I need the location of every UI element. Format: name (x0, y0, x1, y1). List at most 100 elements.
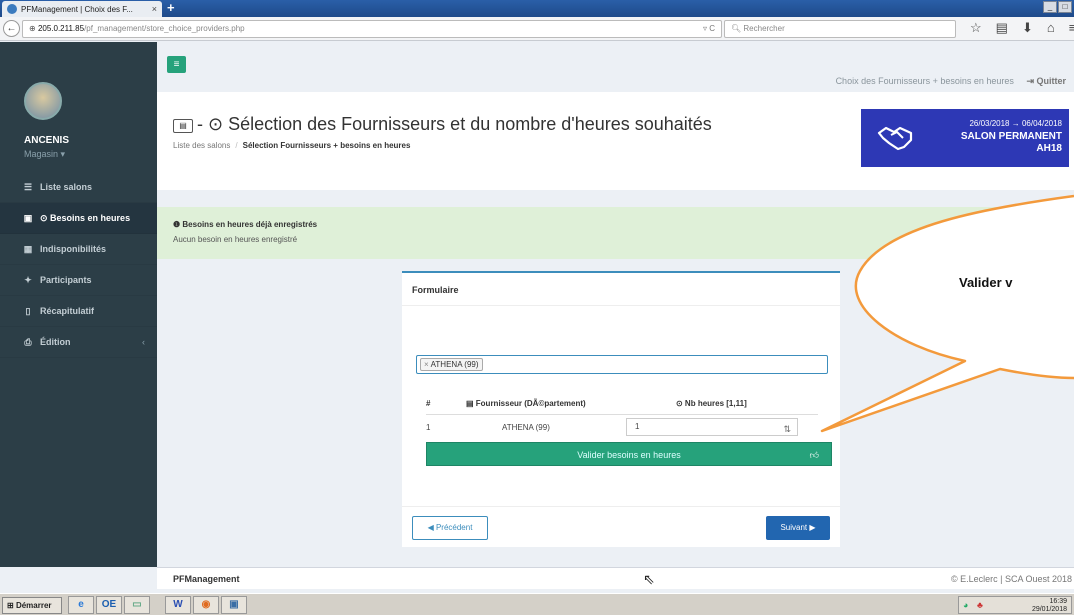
ie-icon[interactable]: e (68, 596, 94, 614)
mouse-cursor-icon: ⇖ (643, 571, 655, 587)
provider-tag: × ATHENA (99) (420, 358, 483, 371)
firefox-icon[interactable]: ◉ (193, 596, 219, 614)
previous-label: Précédent (435, 523, 473, 532)
user-name: ANCENIS (24, 135, 70, 146)
sidebar-item-label: Édition (40, 337, 71, 347)
reload-icon[interactable]: ▿ C (703, 21, 715, 37)
table-row: 1 ATHENA (99) 1 ⇅ (426, 414, 818, 440)
salon-info-box: 26/03/2018 → 06/04/2018 SALON PERMANENT … (861, 109, 1069, 167)
salon-name-line1: SALON PERMANENT (960, 131, 1062, 142)
start-button[interactable]: ⊞ Démarrer (2, 597, 62, 614)
sidebar-item-label: Récapitulatif (40, 306, 95, 316)
submit-hours-label: Valider besoins en heures (577, 450, 681, 460)
clock-date: 29/01/2018 (1031, 606, 1067, 613)
divider (402, 305, 840, 306)
minimize-button[interactable]: _ (1043, 1, 1057, 13)
system-tray: ◕ ♣ 16:39 29/01/2018 (958, 596, 1072, 614)
globe-icon: ⊕ (29, 24, 38, 33)
favicon-icon (7, 4, 17, 14)
footer-copyright: © E.Leclerc | SCA Ouest 2018 (950, 574, 1072, 584)
new-tab-button[interactable]: + (167, 0, 175, 15)
avatar (24, 82, 62, 120)
user-role-dropdown[interactable]: Magasin ▾ (24, 149, 65, 160)
spinner-icon[interactable]: ⇅ (783, 421, 791, 437)
home-icon[interactable]: ⌂ (1047, 20, 1055, 36)
handshake-icon (877, 126, 913, 151)
word-icon[interactable]: W (165, 596, 191, 614)
windows-logo-icon: ⊞ (7, 601, 14, 610)
back-arrow-icon[interactable]: ← (3, 20, 20, 37)
footer: PFManagement © E.Leclerc | SCA Ouest 201… (157, 567, 1074, 589)
provider-select-input[interactable]: × ATHENA (99) (416, 355, 828, 374)
hours-value: 1 (635, 422, 640, 432)
column-header-provider-label: Fournisseur (DÃ©partement) (475, 399, 586, 409)
hamburger-menu-button[interactable]: ≡ (167, 56, 186, 73)
sidebar-item-liste-salons[interactable]: ☰ Liste salons (0, 172, 157, 203)
sidebar-item-recapitulatif[interactable]: ▯ Récapitulatif (0, 296, 157, 327)
thumbs-up-icon: 👍︎ (809, 450, 819, 460)
security-icon[interactable]: ♣ (977, 600, 983, 610)
users-icon: ✦ (24, 274, 32, 285)
breadcrumb-home-link[interactable]: Liste des salons (173, 141, 230, 150)
breadcrumb-separator: / (235, 141, 238, 150)
bookmark-star-icon[interactable]: ☆ (970, 20, 982, 36)
previous-button[interactable]: ◀ Précédent (412, 516, 488, 540)
sidebar-menu: ☰ Liste salons ▣ ⊙ Besoins en heures ▦ Indi… (0, 172, 157, 358)
breadcrumb-current: Sélection Fournisseurs + besoins en heur… (242, 141, 411, 150)
sidebar-item-label: Liste salons (40, 182, 93, 192)
url-path: /pf_management/store_choice_providers.ph… (84, 24, 245, 33)
maximize-button[interactable]: □ (1058, 1, 1072, 13)
clock-time: 16:39 (1049, 598, 1067, 605)
form-title: Formulaire (412, 285, 459, 295)
sidebar-item-label: Participants (40, 275, 92, 285)
menu-icon[interactable]: ≡ (1069, 20, 1074, 36)
chevron-left-icon: ‹ (142, 337, 145, 347)
windows-taskbar: ⊞ Démarrer e OE ▭ W ◉ ▣ ◕ ♣ 16:39 29/01/… (0, 593, 1074, 615)
sidebar-item-edition[interactable]: ⎙ Édition ‹ (0, 327, 157, 358)
search-icon: 🔍︎ (731, 24, 744, 33)
divider (402, 506, 840, 507)
quit-button[interactable]: ⇥ Quitter (1026, 76, 1066, 86)
sidebar-item-participants[interactable]: ✦ Participants (0, 265, 157, 296)
download-icon[interactable]: ⬇ (1022, 20, 1033, 36)
search-placeholder: Rechercher (743, 24, 785, 33)
url-bar[interactable]: ⊕ 205.0.211.85/pf_management/store_choic… (22, 20, 722, 38)
browser-tab[interactable]: PFManagement | Choix des F... × (2, 1, 162, 17)
sidebar: ANCENIS Magasin ▾ ☰ Liste salons ▣ ⊙ Besoi… (0, 42, 157, 567)
remove-tag-icon[interactable]: × (424, 360, 429, 369)
bookmarks-list-icon[interactable]: ▤ (996, 20, 1008, 36)
desktop-icon[interactable]: ▣ (221, 596, 247, 614)
tab-title: PFManagement | Choix des F... (21, 4, 133, 14)
explorer-icon[interactable]: ▭ (124, 596, 150, 614)
network-icon[interactable]: ◕ (963, 600, 968, 610)
list-icon: ☰ (23, 181, 33, 192)
page-title-text: - ⊙ Sélection des Fournisseurs et du nom… (197, 114, 712, 134)
sidebar-item-indisponibilites[interactable]: ▦ Indisponibilités (0, 234, 157, 265)
window-controls: _ □ (1043, 1, 1072, 13)
oe-icon[interactable]: OE (96, 596, 122, 614)
quit-label: Quitter (1036, 76, 1066, 86)
salon-name-line2: AH18 (1036, 143, 1062, 154)
search-input[interactable]: 🔍︎ Rechercher (724, 20, 956, 38)
alert-text: Aucun besoin en heures enregistré (173, 235, 298, 244)
sidebar-item-label: ⊙ Besoins en heures (40, 212, 131, 223)
content-header: ▤ - ⊙ Sélection des Fournisseurs et du no… (157, 92, 1074, 190)
browser-tabbar: PFManagement | Choix des F... × + _ □ (0, 0, 1074, 17)
column-header-index: # (426, 394, 466, 415)
close-tab-icon[interactable]: × (152, 4, 157, 14)
sidebar-item-besoins[interactable]: ▣ ⊙ Besoins en heures (0, 203, 157, 234)
id-card-icon: ▤ (173, 119, 193, 133)
success-alert: ❶ Besoins en heures déjà enregistrés Auc… (157, 207, 1074, 259)
footer-app-name: PFManagement (173, 574, 240, 584)
calendar-icon: ▦ (23, 243, 33, 254)
row-index: 1 (426, 422, 431, 432)
hours-number-input[interactable]: 1 ⇅ (626, 418, 798, 437)
row-hours-cell: 1 ⇅ (626, 414, 818, 440)
submit-hours-button[interactable]: Valider besoins en heures 👍︎ (426, 442, 832, 466)
id-card-icon: ▤ (466, 399, 476, 409)
salon-dates: 26/03/2018 → 06/04/2018 (969, 119, 1062, 128)
id-card-icon: ▣ (23, 212, 33, 223)
document-icon: ▯ (25, 305, 31, 316)
print-icon: ⎙ (24, 336, 32, 347)
next-button[interactable]: Suivant ▶ (766, 516, 830, 540)
